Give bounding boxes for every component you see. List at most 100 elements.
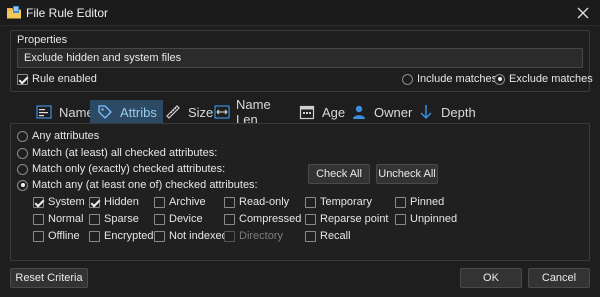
attr-compressed-label: Compressed xyxy=(239,213,302,225)
properties-group: Properties Rule enabled Include matches … xyxy=(10,30,593,92)
attr-sparse-box[interactable] xyxy=(89,213,100,225)
attr-hidden-checkbox[interactable]: Hidden xyxy=(89,196,139,208)
ruler-icon xyxy=(164,104,182,120)
attr-normal-box[interactable] xyxy=(33,213,44,225)
tab-attribs[interactable]: Attribs xyxy=(90,100,163,124)
exclude-matches-label: Exclude matches xyxy=(509,73,593,85)
attr-temporary-checkbox[interactable]: Temporary xyxy=(305,196,372,208)
window-title: File Rule Editor xyxy=(26,6,109,20)
attr-not-indexed-box[interactable] xyxy=(154,230,165,242)
any-attributes-label: Any attributes xyxy=(32,130,100,142)
attr-read-only-box[interactable] xyxy=(224,196,235,208)
rule-enabled-box[interactable] xyxy=(17,73,28,85)
attr-encrypted-box[interactable] xyxy=(89,230,100,242)
width-icon xyxy=(214,104,230,120)
attr-temporary-label: Temporary xyxy=(320,196,372,208)
exclude-matches-dot[interactable] xyxy=(494,73,505,85)
attr-system-box[interactable] xyxy=(33,196,44,208)
properties-label: Properties xyxy=(17,34,68,46)
attr-reparse-point-box[interactable] xyxy=(305,213,316,225)
attribs-panel: Any attributes Match (at least) all chec… xyxy=(10,123,590,261)
attr-compressed-checkbox[interactable]: Compressed xyxy=(224,213,301,225)
attr-normal-label: Normal xyxy=(48,213,84,225)
attr-recall-checkbox[interactable]: Recall xyxy=(305,230,351,242)
tab-attribs-label: Attribs xyxy=(120,104,157,120)
close-icon[interactable] xyxy=(566,0,600,26)
attr-recall-label: Recall xyxy=(320,230,351,242)
match-all-radio[interactable]: Match (at least) all checked attributes: xyxy=(17,147,217,159)
tab-age[interactable]: Age xyxy=(292,100,351,124)
attr-read-only-label: Read-only xyxy=(239,196,290,208)
arrow-down-icon xyxy=(417,104,435,120)
match-all-dot[interactable] xyxy=(17,147,28,159)
name-icon xyxy=(35,104,53,120)
match-exact-dot[interactable] xyxy=(17,163,28,175)
include-matches-label: Include matches xyxy=(417,73,498,85)
attr-pinned-checkbox[interactable]: Pinned xyxy=(395,196,444,208)
attr-pinned-label: Pinned xyxy=(410,196,445,208)
tab-name-label: Name xyxy=(59,104,94,120)
attr-directory-checkbox: Directory xyxy=(224,230,283,242)
rule-enabled-label: Rule enabled xyxy=(32,73,97,85)
attr-archive-label: Archive xyxy=(169,196,206,208)
match-exact-radio[interactable]: Match only (exactly) checked attributes: xyxy=(17,163,225,175)
attr-sparse-label: Sparse xyxy=(104,213,139,225)
attr-offline-checkbox[interactable]: Offline xyxy=(33,230,80,242)
user-icon xyxy=(350,104,368,120)
attr-unpinned-label: Unpinned xyxy=(410,213,458,225)
match-any-dot[interactable] xyxy=(17,179,28,191)
match-any-label: Match any (at least one of) checked attr… xyxy=(32,179,258,191)
attr-unpinned-box[interactable] xyxy=(395,213,406,225)
any-attributes-dot[interactable] xyxy=(17,130,28,142)
tab-depth-label: Depth xyxy=(441,104,476,120)
attr-directory-label: Directory xyxy=(239,230,284,242)
attr-temporary-box[interactable] xyxy=(305,196,316,208)
attr-unpinned-checkbox[interactable]: Unpinned xyxy=(395,213,457,225)
attr-archive-checkbox[interactable]: Archive xyxy=(154,196,206,208)
rule-name-field[interactable] xyxy=(17,48,583,68)
attr-not-indexed-label: Not indexed xyxy=(169,230,228,242)
attr-compressed-box[interactable] xyxy=(224,213,235,225)
any-attributes-radio[interactable]: Any attributes xyxy=(17,130,99,142)
attr-reparse-point-checkbox[interactable]: Reparse point xyxy=(305,213,389,225)
exclude-matches-radio[interactable]: Exclude matches xyxy=(494,73,593,85)
attr-hidden-box[interactable] xyxy=(89,196,100,208)
tab-owner[interactable]: Owner xyxy=(344,100,418,124)
match-all-label: Match (at least) all checked attributes: xyxy=(32,147,218,159)
attr-system-label: System xyxy=(48,196,85,208)
ok-button[interactable]: OK xyxy=(460,268,522,288)
attr-encrypted-label: Encrypted xyxy=(104,230,154,242)
attr-not-indexed-checkbox[interactable]: Not indexed xyxy=(154,230,228,242)
attr-recall-box[interactable] xyxy=(305,230,316,242)
tab-owner-label: Owner xyxy=(374,104,413,120)
attr-encrypted-checkbox[interactable]: Encrypted xyxy=(89,230,154,242)
attr-offline-box[interactable] xyxy=(33,230,44,242)
attr-hidden-label: Hidden xyxy=(104,196,139,208)
tab-name-len[interactable]: Name Len xyxy=(208,97,279,127)
attr-system-checkbox[interactable]: System xyxy=(33,196,85,208)
include-matches-dot[interactable] xyxy=(402,73,413,85)
include-matches-radio[interactable]: Include matches xyxy=(402,73,497,85)
tag-icon xyxy=(96,104,114,120)
match-any-radio[interactable]: Match any (at least one of) checked attr… xyxy=(17,179,258,191)
attr-read-only-checkbox[interactable]: Read-only xyxy=(224,196,289,208)
attr-archive-box[interactable] xyxy=(154,196,165,208)
uncheck-all-button[interactable]: Uncheck All xyxy=(376,164,438,184)
attr-offline-label: Offline xyxy=(48,230,80,242)
tab-depth[interactable]: Depth xyxy=(411,100,482,124)
check-all-button[interactable]: Check All xyxy=(308,164,370,184)
rule-enabled-checkbox[interactable]: Rule enabled xyxy=(17,73,97,85)
attr-device-box[interactable] xyxy=(154,213,165,225)
folder-rule-icon xyxy=(6,5,22,20)
tab-age-label: Age xyxy=(322,104,346,120)
attr-normal-checkbox[interactable]: Normal xyxy=(33,213,83,225)
cancel-button[interactable]: Cancel xyxy=(528,268,590,288)
title-bar: File Rule Editor xyxy=(0,0,600,26)
match-exact-label: Match only (exactly) checked attributes: xyxy=(32,163,226,175)
calendar-icon xyxy=(298,104,316,120)
attr-device-label: Device xyxy=(169,213,203,225)
attr-device-checkbox[interactable]: Device xyxy=(154,213,203,225)
attr-sparse-checkbox[interactable]: Sparse xyxy=(89,213,139,225)
reset-criteria-button[interactable]: Reset Criteria xyxy=(10,268,88,288)
attr-pinned-box[interactable] xyxy=(395,196,406,208)
